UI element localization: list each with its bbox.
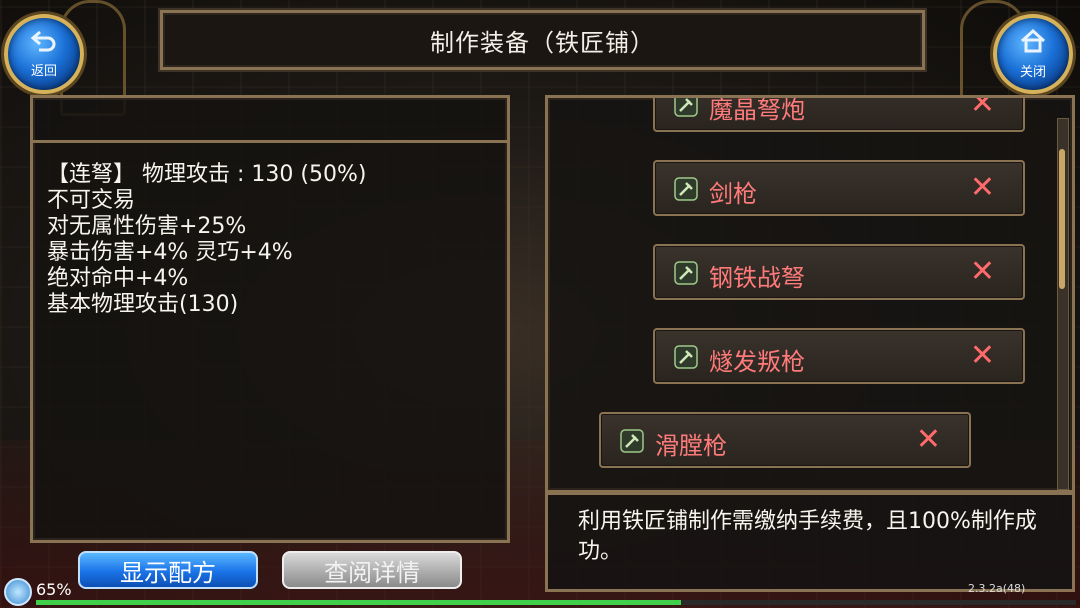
remove-x-icon[interactable]: ✕ [970, 256, 995, 288]
info-line-crit: 暴击伤害+4% 灵巧+4% [47, 240, 293, 265]
view-details-button[interactable]: 查阅详情 [282, 551, 462, 589]
status-orb-icon [4, 578, 32, 606]
wrench-hammer-icon [619, 428, 645, 454]
item-info-panel: 【连弩】 物理攻击 : 130 (50%) 不可交易 对无属性伤害+25% 暴击… [30, 95, 510, 543]
progress-bar [36, 600, 1076, 605]
recipe-item[interactable]: 魔晶弩炮 ✕ [653, 96, 1025, 132]
back-label: 返回 [30, 63, 57, 79]
remove-x-icon[interactable]: ✕ [970, 340, 995, 372]
info-line-base-attack: 基本物理攻击(130) [47, 292, 239, 317]
recipe-name: 魔晶弩炮 [709, 96, 805, 124]
recipe-name: 剑枪 [709, 180, 757, 208]
remove-x-icon[interactable]: ✕ [970, 172, 995, 204]
title-bar: 制作装备（铁匠铺） [160, 10, 925, 70]
page-title: 制作装备（铁匠铺） [430, 28, 655, 57]
recipe-name: 滑膛枪 [655, 432, 727, 460]
home-icon [1019, 28, 1047, 57]
close-button[interactable]: 关闭 [993, 14, 1073, 94]
close-label: 关闭 [1019, 64, 1046, 80]
progress-fill [36, 600, 681, 605]
recipe-item-selected[interactable]: 滑膛枪 ✕ [599, 412, 971, 468]
wrench-hammer-icon [673, 98, 699, 118]
remove-x-icon[interactable]: ✕ [916, 424, 941, 456]
notice-panel: 利用铁匠铺制作需缴纳手续费，且100%制作成功。 [545, 492, 1075, 592]
recipe-name: 钢铁战弩 [709, 264, 805, 292]
back-button[interactable]: 返回 [4, 14, 84, 94]
info-line-trade: 不可交易 [47, 188, 136, 213]
scroll-thumb[interactable] [1059, 149, 1065, 289]
undo-arrow-icon [30, 30, 58, 56]
item-info-text: 【连弩】 物理攻击 : 130 (50%) 不可交易 对无属性伤害+25% 暴击… [47, 162, 497, 318]
info-line-hit: 绝对命中+4% [47, 266, 189, 291]
recipe-item[interactable]: 燧发叛枪 ✕ [653, 328, 1025, 384]
show-recipe-button[interactable]: 显示配方 [78, 551, 258, 589]
notice-text: 利用铁匠铺制作需缴纳手续费，且100%制作成功。 [578, 509, 1037, 564]
recipe-scrollbar[interactable] [1057, 118, 1069, 490]
wrench-hammer-icon [673, 344, 699, 370]
recipe-name: 燧发叛枪 [709, 348, 805, 376]
wrench-hammer-icon [673, 176, 699, 202]
recipe-item[interactable]: 剑枪 ✕ [653, 160, 1025, 216]
info-line-damage: 对无属性伤害+25% [47, 214, 247, 239]
recipe-list-panel[interactable]: 魔晶弩炮 ✕ 剑枪 ✕ 钢铁战弩 ✕ 燧发叛枪 ✕ 滑膛枪 ✕ [545, 95, 1075, 493]
remove-x-icon[interactable]: ✕ [970, 98, 995, 120]
recipe-item[interactable]: 钢铁战弩 ✕ [653, 244, 1025, 300]
battery-percent: 65% [36, 580, 72, 599]
wrench-hammer-icon [673, 260, 699, 286]
info-line-weapon: 【连弩】 物理攻击 : 130 (50%) [47, 162, 367, 187]
panel-divider [33, 140, 507, 143]
version-label: 2.3.2a(48) [968, 582, 1026, 595]
